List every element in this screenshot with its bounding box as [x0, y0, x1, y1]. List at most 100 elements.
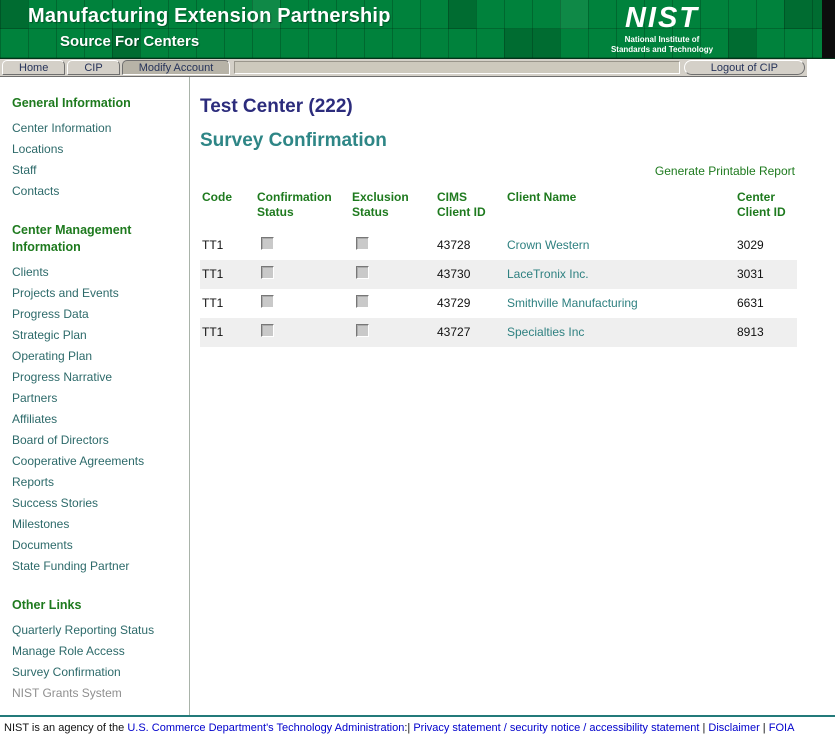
client-name-cell: Smithville Manufacturing: [505, 289, 735, 318]
tab-cip[interactable]: CIP: [67, 60, 119, 75]
footer-link-privacy-statement-security-notice-accessibility-statement[interactable]: Privacy statement / security notice / ac…: [413, 722, 699, 734]
table-row: TT143728Crown Western3029: [200, 231, 797, 260]
main-content: Test Center (222) Survey Confirmation Ge…: [190, 77, 807, 715]
code-cell: TT1: [200, 289, 255, 318]
table-row: TT1 43727Specialties Inc 8913: [200, 318, 797, 347]
confirmation-status-checkbox[interactable]: [261, 237, 274, 250]
client-name-cell: Specialties Inc: [505, 318, 735, 347]
tab-home[interactable]: Home: [2, 60, 65, 75]
center-title: Test Center (222): [200, 96, 797, 119]
sidebar-item-survey-confirmation[interactable]: Survey Confirmation: [12, 662, 181, 683]
exclusion-status-cell: [350, 289, 435, 318]
sidebar-section-general-information: General Information Center InformationLoc…: [12, 95, 181, 202]
footer-link-foia[interactable]: FOIA: [769, 722, 795, 734]
code-cell: TT1: [200, 260, 255, 289]
confirmation-status-cell: [255, 318, 350, 347]
footer-link-disclaimer[interactable]: Disclaimer: [708, 722, 759, 734]
sidebar-item-progress-narrative[interactable]: Progress Narrative: [12, 367, 181, 388]
footer-text-segment: |: [760, 722, 769, 734]
cims-client-id-cell: 43730: [435, 260, 505, 289]
sidebar-item-nist-grants-system[interactable]: NIST Grants System: [12, 683, 181, 704]
footer-text-segment: :|: [404, 722, 413, 734]
sidebar-item-cooperative-agreements[interactable]: Cooperative Agreements: [12, 451, 181, 472]
confirmation-status-checkbox[interactable]: [261, 295, 274, 308]
column-header-confirmation-status: Confirmation Status: [255, 190, 350, 231]
app-subtitle: Source For Centers: [60, 33, 199, 50]
sidebar-item-clients[interactable]: Clients: [12, 262, 181, 283]
exclusion-status-checkbox[interactable]: [356, 237, 369, 250]
sidebar-item-center-information[interactable]: Center Information: [12, 118, 181, 139]
sidebar-item-partners[interactable]: Partners: [12, 388, 181, 409]
sidebar-item-reports[interactable]: Reports: [12, 472, 181, 493]
exclusion-status-cell: [350, 231, 435, 260]
cims-client-id-cell: 43729: [435, 289, 505, 318]
column-header-exclusion-status: Exclusion Status: [350, 190, 435, 231]
masthead: Manufacturing Extension Partnership Sour…: [0, 0, 835, 59]
sidebar-item-affiliates[interactable]: Affiliates: [12, 409, 181, 430]
table-row: TT1 43729Smithville Manufacturing 6631: [200, 289, 797, 318]
code-cell: TT1: [200, 318, 255, 347]
confirmation-status-cell: [255, 260, 350, 289]
sidebar-item-board-of-directors[interactable]: Board of Directors: [12, 430, 181, 451]
client-name-link[interactable]: Smithville Manufacturing: [507, 296, 638, 310]
sidebar-item-state-funding-partner[interactable]: State Funding Partner: [12, 556, 181, 577]
content: General Information Center InformationLoc…: [0, 77, 807, 715]
page: Manufacturing Extension Partnership Sour…: [0, 0, 835, 743]
tab-strip: HomeCIPModify Account: [2, 60, 232, 75]
cims-client-id-cell: 43727: [435, 318, 505, 347]
tab-bar-spacer: [234, 61, 679, 74]
survey-confirmation-table: CodeConfirmation StatusExclusion StatusC…: [200, 190, 797, 347]
sidebar-item-strategic-plan[interactable]: Strategic Plan: [12, 325, 181, 346]
client-name-cell: LaceTronix Inc.: [505, 260, 735, 289]
confirmation-status-checkbox[interactable]: [261, 266, 274, 279]
sidebar-item-success-stories[interactable]: Success Stories: [12, 493, 181, 514]
footer-text: NIST is an agency of the U.S. Commerce D…: [4, 722, 831, 734]
sidebar-item-operating-plan[interactable]: Operating Plan: [12, 346, 181, 367]
client-name-link[interactable]: LaceTronix Inc.: [507, 267, 589, 281]
sidebar-item-contacts[interactable]: Contacts: [12, 181, 181, 202]
exclusion-status-checkbox[interactable]: [356, 324, 369, 337]
confirmation-status-cell: [255, 231, 350, 260]
center-client-id-cell: 8913: [735, 318, 797, 347]
center-client-id-cell: 6631: [735, 289, 797, 318]
client-name-cell: Crown Western: [505, 231, 735, 260]
client-name-link[interactable]: Specialties Inc: [507, 325, 584, 339]
exclusion-status-checkbox[interactable]: [356, 266, 369, 279]
nist-caption-line1: National Institute of: [625, 35, 700, 44]
sidebar-item-quarterly-reporting-status[interactable]: Quarterly Reporting Status: [12, 620, 181, 641]
center-client-id-cell: 3029: [735, 231, 797, 260]
tab-modify-account[interactable]: Modify Account: [122, 60, 231, 75]
sidebar: General Information Center InformationLoc…: [0, 77, 190, 715]
sidebar-item-documents[interactable]: Documents: [12, 535, 181, 556]
header-right-strip: [822, 0, 835, 59]
sidebar-item-milestones[interactable]: Milestones: [12, 514, 181, 535]
nist-logo-text: NIST: [587, 4, 737, 33]
sidebar-item-locations[interactable]: Locations: [12, 139, 181, 160]
center-client-id-cell: 3031: [735, 260, 797, 289]
confirmation-status-checkbox[interactable]: [261, 324, 274, 337]
exclusion-status-cell: [350, 318, 435, 347]
page-title: Survey Confirmation: [200, 130, 797, 153]
sidebar-item-manage-role-access[interactable]: Manage Role Access: [12, 641, 181, 662]
table-row: TT1 43730LaceTronix Inc. 3031: [200, 260, 797, 289]
nist-logo-caption: National Institute of Standards and Tech…: [587, 35, 737, 56]
table-header-row: CodeConfirmation StatusExclusion StatusC…: [200, 190, 797, 231]
cims-client-id-cell: 43728: [435, 231, 505, 260]
sidebar-item-projects-and-events[interactable]: Projects and Events: [12, 283, 181, 304]
column-header-client-name: Client Name: [505, 190, 735, 231]
client-name-link[interactable]: Crown Western: [507, 238, 589, 252]
column-header-cims-client-id: CIMS Client ID: [435, 190, 505, 231]
sidebar-item-progress-data[interactable]: Progress Data: [12, 304, 181, 325]
sidebar-heading-general-information: General Information: [12, 95, 181, 111]
logout-button[interactable]: Logout of CIP: [684, 60, 805, 75]
table-body: TT1 43728Crown Western 3029 TT1 43730LaceTro…: [200, 231, 797, 347]
generate-printable-report-link[interactable]: Generate Printable Report: [655, 164, 795, 178]
app-title: Manufacturing Extension Partnership: [28, 5, 391, 28]
sidebar-section-other-links: Other LinksQuarterly Reporting StatusMan…: [12, 597, 181, 704]
column-header-center-client-id: Center Client ID: [735, 190, 797, 231]
exclusion-status-checkbox[interactable]: [356, 295, 369, 308]
footer-text-segment: NIST is an agency of the: [4, 722, 127, 734]
footer-link-u-s-commerce-department-s-technology-administration[interactable]: U.S. Commerce Department's Technology Ad…: [127, 722, 404, 734]
report-link-row: Generate Printable Report: [200, 162, 795, 180]
sidebar-item-staff[interactable]: Staff: [12, 160, 181, 181]
